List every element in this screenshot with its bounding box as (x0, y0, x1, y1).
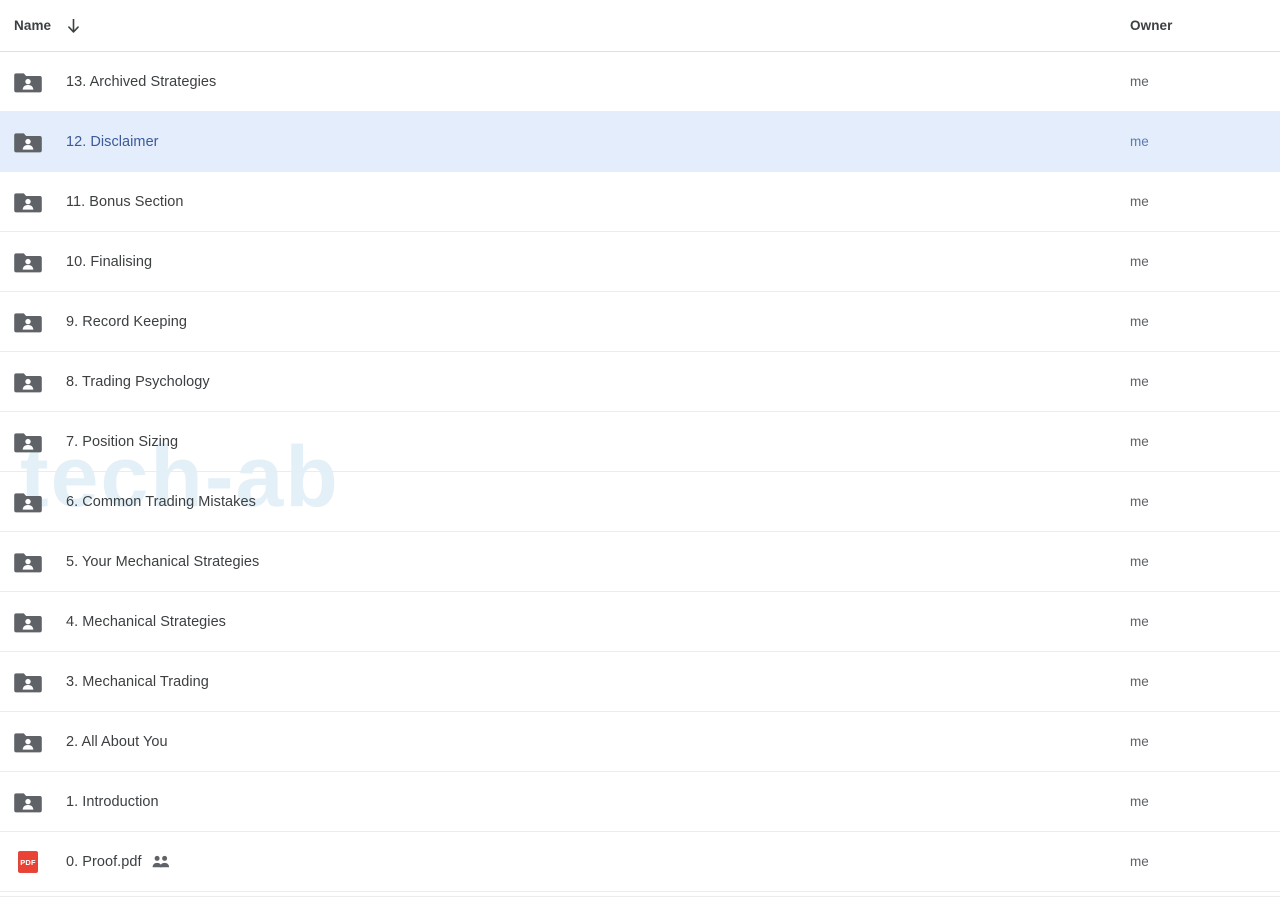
owner-label: me (1130, 794, 1149, 809)
owner-label: me (1130, 854, 1149, 869)
file-name-label: 4. Mechanical Strategies (66, 613, 226, 630)
shared-folder-icon (14, 368, 42, 396)
cell-name[interactable]: 12. Disclaimer (0, 128, 1130, 156)
shared-folder-icon (14, 428, 42, 456)
owner-label: me (1130, 134, 1149, 149)
cell-owner: me (1130, 674, 1280, 689)
file-name-label: 7. Position Sizing (66, 433, 179, 450)
cell-name[interactable]: PDF 0. Proof.pdf (0, 848, 1130, 876)
cell-owner: me (1130, 854, 1280, 869)
cell-owner: me (1130, 494, 1280, 509)
pdf-file-icon: PDF (14, 848, 42, 876)
owner-label: me (1130, 314, 1149, 329)
table-row[interactable]: 1. Introduction me (0, 772, 1280, 832)
cell-name[interactable]: 4. Mechanical Strategies (0, 608, 1130, 636)
file-rows: 13. Archived Strategies me 12. Disclaimer m… (0, 52, 1280, 892)
cell-name[interactable]: 5. Your Mechanical Strategies (0, 548, 1130, 576)
cell-owner: me (1130, 134, 1280, 149)
cell-name[interactable]: 1. Introduction (0, 788, 1130, 816)
owner-label: me (1130, 74, 1149, 89)
shared-folder-icon (14, 68, 42, 96)
file-name-label: 11. Bonus Section (66, 193, 184, 210)
table-row[interactable]: 6. Common Trading Mistakes me (0, 472, 1280, 532)
shared-folder-icon (14, 728, 42, 756)
shared-folder-icon (14, 188, 42, 216)
table-row[interactable]: PDF 0. Proof.pdf me (0, 832, 1280, 892)
cell-name[interactable]: 13. Archived Strategies (0, 68, 1130, 96)
shared-folder-icon (14, 608, 42, 636)
table-row[interactable]: 2. All About You me (0, 712, 1280, 772)
table-row[interactable]: 13. Archived Strategies me (0, 52, 1280, 112)
table-row[interactable]: 4. Mechanical Strategies me (0, 592, 1280, 652)
cell-owner: me (1130, 374, 1280, 389)
cell-name[interactable]: 10. Finalising (0, 248, 1130, 276)
arrow-down-icon[interactable] (65, 17, 82, 35)
owner-label: me (1130, 734, 1149, 749)
table-row[interactable]: 12. Disclaimer me (0, 112, 1280, 172)
owner-label: me (1130, 434, 1149, 449)
table-row[interactable]: 3. Mechanical Trading me (0, 652, 1280, 712)
file-name-label: 6. Common Trading Mistakes (66, 493, 256, 510)
cell-owner: me (1130, 554, 1280, 569)
cell-owner: me (1130, 434, 1280, 449)
owner-label: me (1130, 554, 1149, 569)
cell-name[interactable]: 7. Position Sizing (0, 428, 1130, 456)
shared-folder-icon (14, 548, 42, 576)
table-row[interactable]: 9. Record Keeping me (0, 292, 1280, 352)
shared-folder-icon (14, 128, 42, 156)
cell-name[interactable]: 8. Trading Psychology (0, 368, 1130, 396)
owner-label: me (1130, 374, 1149, 389)
owner-label: me (1130, 194, 1149, 209)
file-name-label: 5. Your Mechanical Strategies (66, 553, 260, 570)
file-name-label: 12. Disclaimer (66, 133, 159, 150)
file-name-label: 9. Record Keeping (66, 313, 187, 330)
list-header-row: Name Owner (0, 0, 1280, 52)
file-name-label: 2. All About You (66, 733, 168, 750)
cell-owner: me (1130, 734, 1280, 749)
owner-label: me (1130, 494, 1149, 509)
cell-name[interactable]: 2. All About You (0, 728, 1130, 756)
shared-folder-icon (14, 308, 42, 336)
svg-text:PDF: PDF (20, 858, 36, 867)
cell-name[interactable]: 11. Bonus Section (0, 188, 1130, 216)
file-name-label: 0. Proof.pdf (66, 853, 142, 870)
file-name-label: 10. Finalising (66, 253, 153, 270)
shared-folder-icon (14, 248, 42, 276)
file-name-label: 8. Trading Psychology (66, 373, 210, 390)
shared-folder-icon (14, 788, 42, 816)
cell-owner: me (1130, 194, 1280, 209)
cell-name[interactable]: 6. Common Trading Mistakes (0, 488, 1130, 516)
cell-owner: me (1130, 254, 1280, 269)
owner-label: me (1130, 614, 1149, 629)
owner-label: me (1130, 254, 1149, 269)
table-row[interactable]: 10. Finalising me (0, 232, 1280, 292)
cell-name[interactable]: 9. Record Keeping (0, 308, 1130, 336)
file-name-label: 3. Mechanical Trading (66, 673, 209, 690)
table-row[interactable]: 8. Trading Psychology me (0, 352, 1280, 412)
cell-owner: me (1130, 74, 1280, 89)
cell-name[interactable]: 3. Mechanical Trading (0, 668, 1130, 696)
owner-label: me (1130, 674, 1149, 689)
shared-folder-icon (14, 488, 42, 516)
cell-owner: me (1130, 614, 1280, 629)
column-header-name-label: Name (14, 18, 52, 33)
cell-owner: me (1130, 314, 1280, 329)
column-header-owner[interactable]: Owner (1130, 18, 1173, 33)
shared-people-icon (152, 855, 170, 868)
table-row[interactable]: 11. Bonus Section me (0, 172, 1280, 232)
column-header-name[interactable]: Name (0, 17, 1130, 35)
cell-owner: me (1130, 794, 1280, 809)
table-row[interactable]: 5. Your Mechanical Strategies me (0, 532, 1280, 592)
table-row[interactable]: 7. Position Sizing me (0, 412, 1280, 472)
shared-folder-icon (14, 668, 42, 696)
list-bottom-divider (0, 896, 1280, 897)
file-name-label: 1. Introduction (66, 793, 159, 810)
file-name-label: 13. Archived Strategies (66, 73, 217, 90)
file-list: tech-ab Name Owner 13. Archived Strategi… (0, 0, 1280, 901)
